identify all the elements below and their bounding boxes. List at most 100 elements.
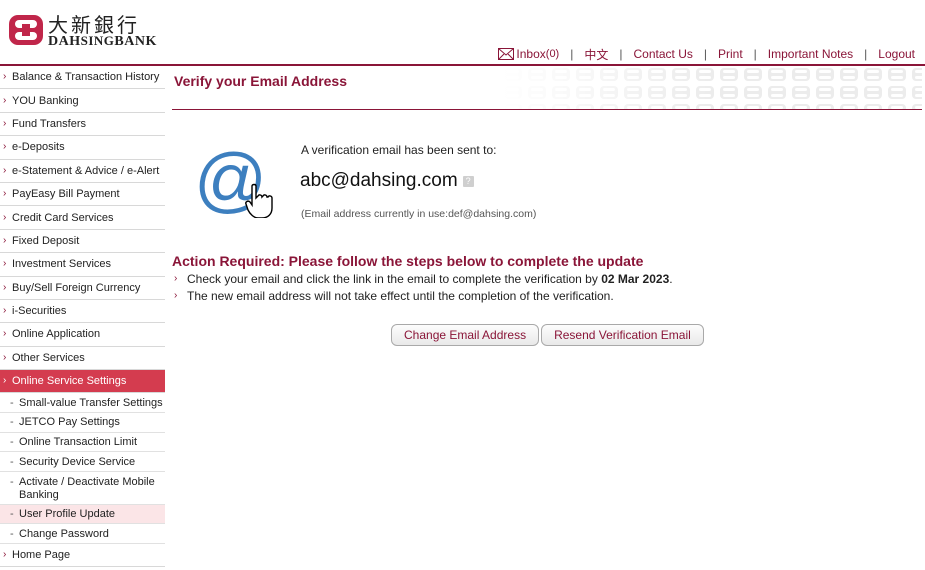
chevron-right-icon: › <box>3 234 7 246</box>
language-link[interactable]: 中文 <box>584 46 608 63</box>
list-item: › Check your email and click the link in … <box>174 272 673 286</box>
sidebar-menu: › Balance & Transaction History › YOU Bank… <box>0 66 165 568</box>
submenu-item-label: Change Password <box>19 527 109 540</box>
print-link[interactable]: Print <box>718 47 743 61</box>
chevron-right-icon: › <box>3 305 7 317</box>
sidebar-item-foreign-currency[interactable]: › Buy/Sell Foreign Currency <box>0 277 165 300</box>
submenu-item-small-value-transfer[interactable]: - Small-value Transfer Settings <box>0 393 165 414</box>
page-title-bar: Verify your Email Address <box>172 66 922 110</box>
dash-bullet: - <box>10 475 14 488</box>
chevron-right-icon: › <box>3 549 7 561</box>
sidebar-item-home-page[interactable]: › Home Page <box>0 544 165 568</box>
submenu-item-transaction-limit[interactable]: - Online Transaction Limit <box>0 432 165 453</box>
sidebar-item-label: Balance & Transaction History <box>12 71 160 84</box>
dash-bullet: - <box>10 455 14 468</box>
sidebar-item-other-services[interactable]: › Other Services <box>0 347 165 371</box>
chevron-right-icon: › <box>3 141 7 153</box>
chevron-right-icon: › <box>174 273 178 284</box>
sidebar-item-label: Online Service Settings <box>12 375 127 388</box>
chevron-right-icon: › <box>3 71 7 83</box>
submenu-item-mobile-banking[interactable]: - Activate / Deactivate Mobile Banking <box>0 471 165 505</box>
sidebar-item-investment[interactable]: › Investment Services <box>0 253 165 277</box>
dah-sing-logo-icon <box>9 15 43 45</box>
sidebar-item-label: Buy/Sell Foreign Currency <box>12 281 141 294</box>
current-email-value: def@dahsing.com <box>448 208 533 220</box>
submenu-item-label: Small-value Transfer Settings <box>19 396 163 409</box>
nav-separator: | <box>703 47 707 61</box>
action-steps-list: › Check your email and click the link in … <box>172 272 673 306</box>
submenu-item-security-device[interactable]: - Security Device Service <box>0 452 165 472</box>
sidebar-item-label: PayEasy Bill Payment <box>12 188 120 201</box>
verification-deadline: 02 Mar 2023 <box>601 272 670 286</box>
sidebar-item-label: Home Page <box>12 549 71 562</box>
top-navigation: Inbox (0) | 中文 | Contact Us | Print | Imp… <box>498 46 915 62</box>
sidebar-item-fund-transfers[interactable]: › Fund Transfers <box>0 113 165 137</box>
sidebar-item-label: Investment Services <box>12 258 112 271</box>
current-email-note: (Email address currently in use:def@dahs… <box>301 208 537 220</box>
sidebar-item-label: Other Services <box>12 351 85 364</box>
chevron-right-icon: › <box>3 258 7 270</box>
main-content: Verify your Email Address @ A verificati… <box>172 66 922 570</box>
inbox-link[interactable]: Inbox (0) <box>498 47 559 61</box>
nav-separator: | <box>864 47 868 61</box>
dash-bullet: - <box>10 416 14 429</box>
chevron-right-icon: › <box>174 290 178 301</box>
submenu-item-change-password[interactable]: - Change Password <box>0 524 165 545</box>
important-notes-link[interactable]: Important Notes <box>768 47 853 61</box>
chevron-right-icon: › <box>3 164 7 176</box>
dash-bullet: - <box>10 396 14 409</box>
submenu-item-user-profile-update[interactable]: - User Profile Update <box>0 504 165 525</box>
page-title: Verify your Email Address <box>174 73 347 89</box>
sidebar-item-label: YOU Banking <box>12 94 79 107</box>
bank-name-english: DAHSINGBANK <box>48 33 157 49</box>
chevron-right-icon: › <box>3 375 7 387</box>
sidebar-item-online-application[interactable]: › Online Application <box>0 323 165 347</box>
logout-link[interactable]: Logout <box>878 47 915 61</box>
dash-bullet: - <box>10 508 14 521</box>
verification-sent-label: A verification email has been sent to: <box>301 143 497 157</box>
sidebar-item-label: i-Securities <box>12 305 67 318</box>
sidebar-item-label: Fund Transfers <box>12 117 86 130</box>
nav-separator: | <box>570 47 574 61</box>
chevron-right-icon: › <box>3 281 7 293</box>
resend-verification-button[interactable]: Resend Verification Email <box>541 324 704 346</box>
contact-us-link[interactable]: Contact Us <box>634 47 693 61</box>
sidebar-item-online-service-settings[interactable]: › Online Service Settings <box>0 370 165 394</box>
change-email-button[interactable]: Change Email Address <box>391 324 540 346</box>
submenu-item-jetco-pay[interactable]: - JETCO Pay Settings <box>0 413 165 433</box>
chevron-right-icon: › <box>3 94 7 106</box>
email-at-sign-icon: @ <box>194 146 273 218</box>
sidebar-item-credit-card[interactable]: › Credit Card Services <box>0 206 165 230</box>
action-required-heading: Action Required: Please follow the steps… <box>172 253 644 269</box>
sidebar-item-label: e-Statement & Advice / e-Alert <box>12 164 160 177</box>
envelope-icon <box>498 48 515 60</box>
submenu-item-label: Security Device Service <box>19 455 136 468</box>
chevron-right-icon: › <box>3 328 7 340</box>
sidebar-item-i-securities[interactable]: › i-Securities <box>0 300 165 324</box>
list-item: › The new email address will not take eff… <box>174 289 614 303</box>
new-email-address: abc@dahsing.com ? <box>300 170 474 192</box>
bank-logo[interactable]: 大新銀行 DAHSINGBANK <box>8 11 158 51</box>
inbox-label: Inbox <box>516 47 546 61</box>
chevron-right-icon: › <box>3 351 7 363</box>
nav-separator: | <box>753 47 757 61</box>
nav-separator: | <box>619 47 623 61</box>
sidebar-item-e-statement[interactable]: › e-Statement & Advice / e-Alert <box>0 160 165 183</box>
sidebar-item-label: e-Deposits <box>12 141 65 154</box>
submenu-item-label: Activate / Deactivate Mobile Banking <box>19 475 155 501</box>
sidebar-item-label: Credit Card Services <box>12 211 114 224</box>
chevron-right-icon: › <box>3 117 7 129</box>
current-email-label: (Email address currently in use: <box>301 208 449 220</box>
decorative-pattern <box>502 66 922 109</box>
chevron-right-icon: › <box>3 211 7 223</box>
sidebar-item-fixed-deposit[interactable]: › Fixed Deposit <box>0 230 165 254</box>
sidebar-item-e-deposits[interactable]: › e-Deposits <box>0 136 165 160</box>
sidebar-item-balance-history[interactable]: › Balance & Transaction History <box>0 66 165 90</box>
submenu-item-label: User Profile Update <box>19 508 115 521</box>
chevron-right-icon: › <box>3 188 7 200</box>
help-icon[interactable]: ? <box>462 175 474 187</box>
sidebar-item-payeasy[interactable]: › PayEasy Bill Payment <box>0 183 165 207</box>
new-email-value: abc@dahsing.com <box>300 170 458 191</box>
sidebar-item-you-banking[interactable]: › YOU Banking <box>0 89 165 113</box>
dash-bullet: - <box>10 527 14 540</box>
